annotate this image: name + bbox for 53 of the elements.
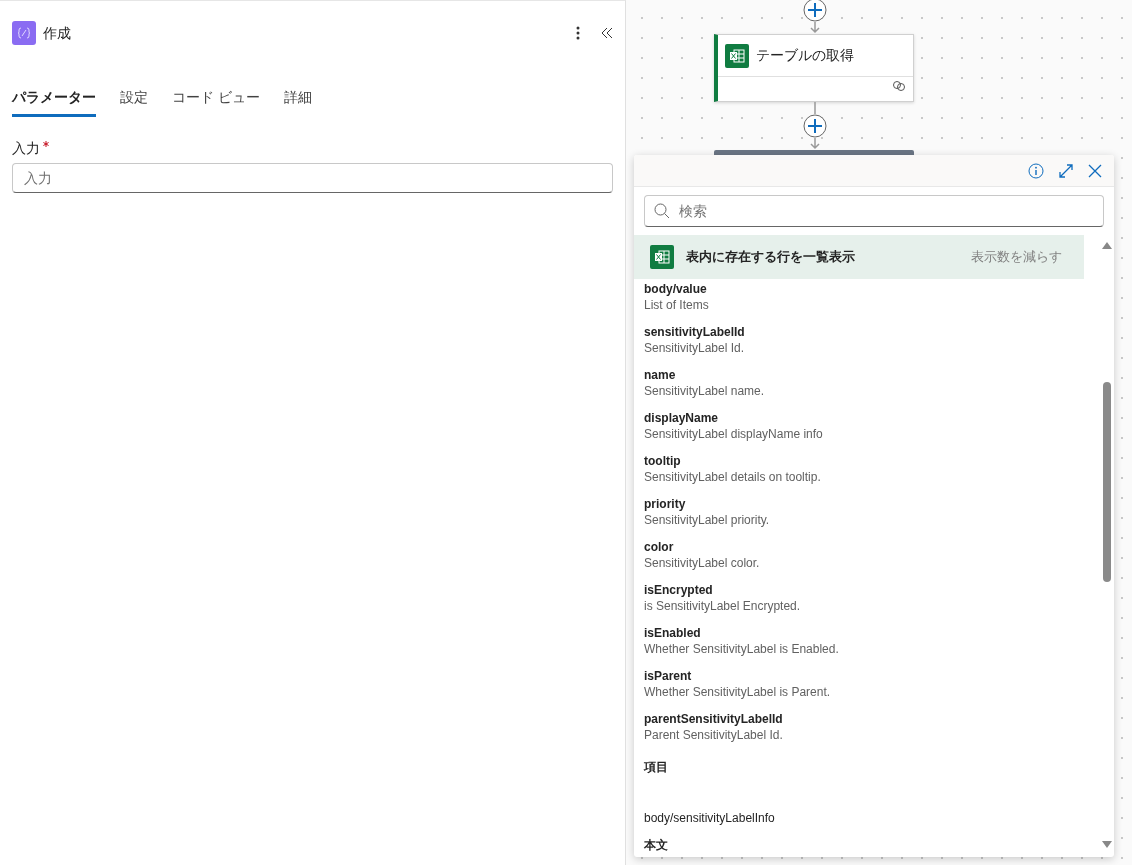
section-heading: 本文 [644, 838, 668, 852]
link-icon [892, 80, 906, 91]
field-label: 入力 [12, 140, 40, 156]
show-less-link[interactable]: 表示数を減らす [965, 246, 1068, 268]
group-title: 表内に存在する行を一覧表示 [686, 248, 856, 267]
spreadsheet-icon [725, 43, 749, 68]
field-name[interactable]: body/sensitivityLabelInfo [644, 811, 775, 825]
field-description: SensitivityLabel displayName info [644, 426, 824, 442]
field-name[interactable]: displayName [644, 410, 1089, 426]
panel-title: 作成 [43, 23, 71, 43]
field-description: Parent SensitivityLabel Id. [644, 727, 784, 743]
field-name[interactable]: isParent [644, 668, 1089, 684]
search-field[interactable]: 検索 [644, 195, 1104, 227]
scroll-down-icon[interactable] [1102, 841, 1112, 849]
field-name[interactable]: parentSensitivityLabelId [644, 711, 1089, 727]
scrollbar-thumb[interactable] [1103, 382, 1111, 582]
connector-arrow [809, 22, 821, 34]
action-card[interactable]: テーブルの取得 [714, 34, 914, 102]
close-icon[interactable] [1088, 163, 1102, 178]
field-description: SensitivityLabel details on tooltip. [644, 469, 822, 485]
tab[interactable]: コード ビュー [172, 87, 260, 117]
field-description: Whether SensitivityLabel is Enabled. [644, 641, 840, 657]
field-description: SensitivityLabel color. [644, 555, 761, 571]
scroll-up-icon[interactable] [1102, 241, 1112, 249]
add-step-icon[interactable] [803, 114, 827, 138]
info-icon[interactable] [1028, 162, 1044, 179]
tab[interactable]: 設定 [120, 87, 148, 117]
field-description: List of Items [644, 297, 710, 313]
input-field[interactable]: 入力 [12, 162, 613, 193]
field-description: Whether SensitivityLabel is Parent. [644, 684, 832, 700]
field-name[interactable]: name [644, 367, 1089, 383]
field-name[interactable]: color [644, 539, 1089, 555]
more-icon[interactable] [576, 26, 580, 40]
tab[interactable]: パラメーター [12, 87, 96, 117]
field-name[interactable]: priority [644, 496, 1089, 512]
field-description: is SensitivityLabel Encrypted. [644, 598, 802, 614]
field-name[interactable]: isEnabled [644, 625, 1089, 641]
field-name[interactable]: sensitivityLabelId [644, 324, 1089, 340]
field-name[interactable]: tooltip [644, 453, 1089, 469]
expand-icon[interactable] [1058, 162, 1074, 179]
card-title: テーブルの取得 [756, 46, 854, 65]
field-name[interactable]: body/value [644, 281, 1089, 297]
field-name[interactable]: isEncrypted [644, 582, 1089, 598]
action-icon [12, 21, 36, 45]
field-description: SensitivityLabel Id. [644, 340, 746, 356]
collapse-icon[interactable] [601, 27, 613, 39]
spreadsheet-icon [650, 245, 674, 269]
field-description: SensitivityLabel name. [644, 383, 766, 399]
section-heading: 項目 [644, 760, 668, 774]
add-step-icon[interactable] [803, 0, 827, 22]
tab[interactable]: 詳細 [283, 87, 312, 117]
field-description: SensitivityLabel priority. [644, 512, 771, 528]
connector-arrow [809, 138, 821, 150]
